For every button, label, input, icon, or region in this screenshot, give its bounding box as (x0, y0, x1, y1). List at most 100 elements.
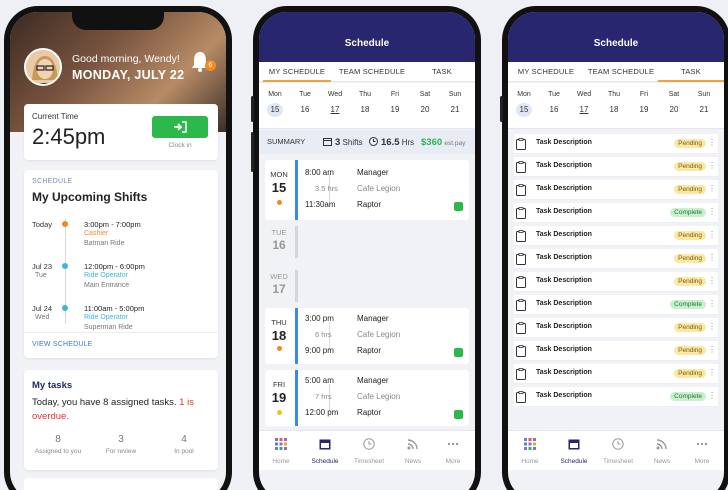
day-name: Fri (639, 91, 649, 98)
shift-time: 3:00pm - 7:00pm (84, 220, 141, 229)
stat-review[interactable]: 3 For review (91, 434, 151, 455)
schedule-entry[interactable]: THU 18 3:00 pm 6 hrs 9:00 pm Manager Caf… (265, 308, 469, 364)
shift-role: Cashier (84, 230, 109, 237)
day-thu[interactable]: Thu 18 (353, 91, 377, 117)
nav-schedule[interactable]: Schedule (307, 437, 343, 465)
day-sat[interactable]: Sat 20 (413, 91, 437, 117)
tab-task[interactable]: TASK (668, 67, 714, 76)
task-item[interactable]: Task Description Complete ⋮ (514, 387, 718, 407)
clock-in-icon (174, 121, 187, 133)
avatar[interactable] (24, 48, 62, 86)
task-item[interactable]: Task Description Complete ⋮ (514, 203, 718, 223)
tab-task[interactable]: TASK (419, 67, 465, 76)
entry-duration: 6 hrs (315, 330, 332, 339)
kebab-menu-icon[interactable]: ⋮ (708, 322, 716, 331)
kebab-menu-icon[interactable]: ⋮ (708, 299, 716, 308)
app-header: Schedule (508, 12, 724, 62)
day-wed[interactable]: Wed 17 (323, 91, 347, 117)
side-button (500, 96, 503, 122)
day-sat[interactable]: Sat 20 (662, 91, 686, 117)
shift-weekday: Wed (35, 314, 50, 321)
kebab-menu-icon[interactable]: ⋮ (708, 253, 716, 262)
stat-assigned[interactable]: 8 Assigned to you (28, 434, 88, 455)
task-item[interactable]: Task Description Pending ⋮ (514, 249, 718, 269)
task-item[interactable]: Task Description Pending ⋮ (514, 364, 718, 384)
status-badge: Pending (674, 323, 706, 332)
clipboard-icon (516, 322, 526, 334)
tab-my-schedule[interactable]: MY SCHEDULE (514, 67, 578, 76)
nav-more[interactable]: More (684, 437, 720, 465)
upcoming-shifts-title: My Upcoming Shifts (32, 190, 148, 204)
bottom-nav: Home Schedule Timesheet News More (508, 430, 724, 470)
day-thu[interactable]: Thu 18 (602, 91, 626, 117)
hours-unit: Hrs (401, 138, 415, 147)
task-item[interactable]: Task Description Pending ⋮ (514, 134, 718, 154)
nav-more[interactable]: More (435, 437, 471, 465)
kebab-menu-icon[interactable]: ⋮ (708, 207, 716, 216)
kebab-menu-icon[interactable]: ⋮ (708, 161, 716, 170)
clock-icon (363, 438, 375, 450)
week-strip: Mon 15 Tue 16 Wed 17 Thu 18 Fri 19 Sat 20 Sun 2… (259, 83, 475, 129)
day-number: 15 (267, 103, 283, 117)
day-number: 21 (450, 105, 460, 114)
task-item[interactable]: Task Description Pending ⋮ (514, 226, 718, 246)
day-tue[interactable]: Tue 16 (293, 91, 317, 117)
task-item[interactable]: Task Description Pending ⋮ (514, 272, 718, 292)
nav-news[interactable]: News (395, 437, 431, 465)
task-item[interactable]: Task Description Pending ⋮ (514, 180, 718, 200)
nav-label: Home (272, 458, 290, 465)
day-wed[interactable]: Wed 17 (572, 91, 596, 117)
entry-start: 5:00 am (305, 376, 334, 385)
kebab-menu-icon[interactable]: ⋮ (708, 368, 716, 377)
clock-in-button[interactable] (152, 116, 208, 138)
stat-pool[interactable]: 4 In pool (154, 434, 214, 455)
day-fri[interactable]: Fri 19 (632, 91, 656, 117)
kebab-menu-icon[interactable]: ⋮ (708, 276, 716, 285)
task-item[interactable]: Task Description Pending ⋮ (514, 341, 718, 361)
entry-weekday: MON (270, 170, 288, 179)
nav-timesheet[interactable]: Timesheet (351, 437, 387, 465)
task-item[interactable]: Task Description Complete ⋮ (514, 295, 718, 315)
tab-team-schedule[interactable]: TEAM SCHEDULE (335, 67, 409, 76)
day-number: 15 (516, 103, 532, 117)
schedule-entry[interactable]: MON 15 8:00 am 3.5 hrs 11:30am Manager C… (265, 160, 469, 220)
day-name: Mon (517, 91, 531, 98)
clipboard-icon (516, 299, 526, 311)
kebab-menu-icon[interactable]: ⋮ (708, 345, 716, 354)
kebab-menu-icon[interactable]: ⋮ (708, 138, 716, 147)
nav-home[interactable]: Home (512, 437, 548, 465)
day-number: 17 (579, 105, 589, 114)
nav-label: Home (521, 458, 539, 465)
status-badge: Complete (670, 208, 706, 217)
day-mon[interactable]: Mon 15 (263, 91, 287, 117)
summary-label: SUMMARY (267, 137, 306, 146)
phone-home: Good morning, Wendy! MONDAY, JULY 22 6 C… (4, 6, 232, 490)
day-sun[interactable]: Sun 21 (692, 91, 716, 117)
kebab-menu-icon[interactable]: ⋮ (708, 184, 716, 193)
schedule-entry[interactable]: FRI 19 5:00 am 7 hrs 12:00 pm Manager Ca… (265, 370, 469, 426)
nav-timesheet[interactable]: Timesheet (600, 437, 636, 465)
nav-schedule[interactable]: Schedule (556, 437, 592, 465)
tab-my-schedule[interactable]: MY SCHEDULE (265, 67, 329, 76)
nav-news[interactable]: News (644, 437, 680, 465)
clipboard-icon (516, 253, 526, 265)
clipboard-icon (516, 207, 526, 219)
shift-item[interactable]: Jul 24 Wed 11:00am - 5:00pm Ride Operato… (32, 304, 212, 340)
day-fri[interactable]: Fri 19 (383, 91, 407, 117)
kebab-menu-icon[interactable]: ⋮ (708, 391, 716, 400)
kebab-menu-icon[interactable]: ⋮ (708, 230, 716, 239)
day-mon[interactable]: Mon 15 (512, 91, 536, 117)
task-item[interactable]: Task Description Pending ⋮ (514, 318, 718, 338)
day-tue[interactable]: Tue 16 (542, 91, 566, 117)
bottom-nav: Home Schedule Timesheet News More (259, 430, 475, 470)
nav-home[interactable]: Home (263, 437, 299, 465)
shift-item[interactable]: Today 3:00pm - 7:00pm Cashier Batman Rid… (32, 220, 212, 256)
shift-item[interactable]: Jul 23 Tue 12:00pm - 6:00pm Ride Operato… (32, 262, 212, 298)
day-sun[interactable]: Sun 21 (443, 91, 467, 117)
more-icon (696, 442, 708, 446)
task-item[interactable]: Task Description Pending ⋮ (514, 157, 718, 177)
summary-pay: $360 est.pay (421, 137, 465, 148)
empty-day-number: 16 (272, 238, 286, 252)
tab-team-schedule[interactable]: TEAM SCHEDULE (584, 67, 658, 76)
view-schedule-link[interactable]: VIEW SCHEDULE (32, 341, 93, 348)
